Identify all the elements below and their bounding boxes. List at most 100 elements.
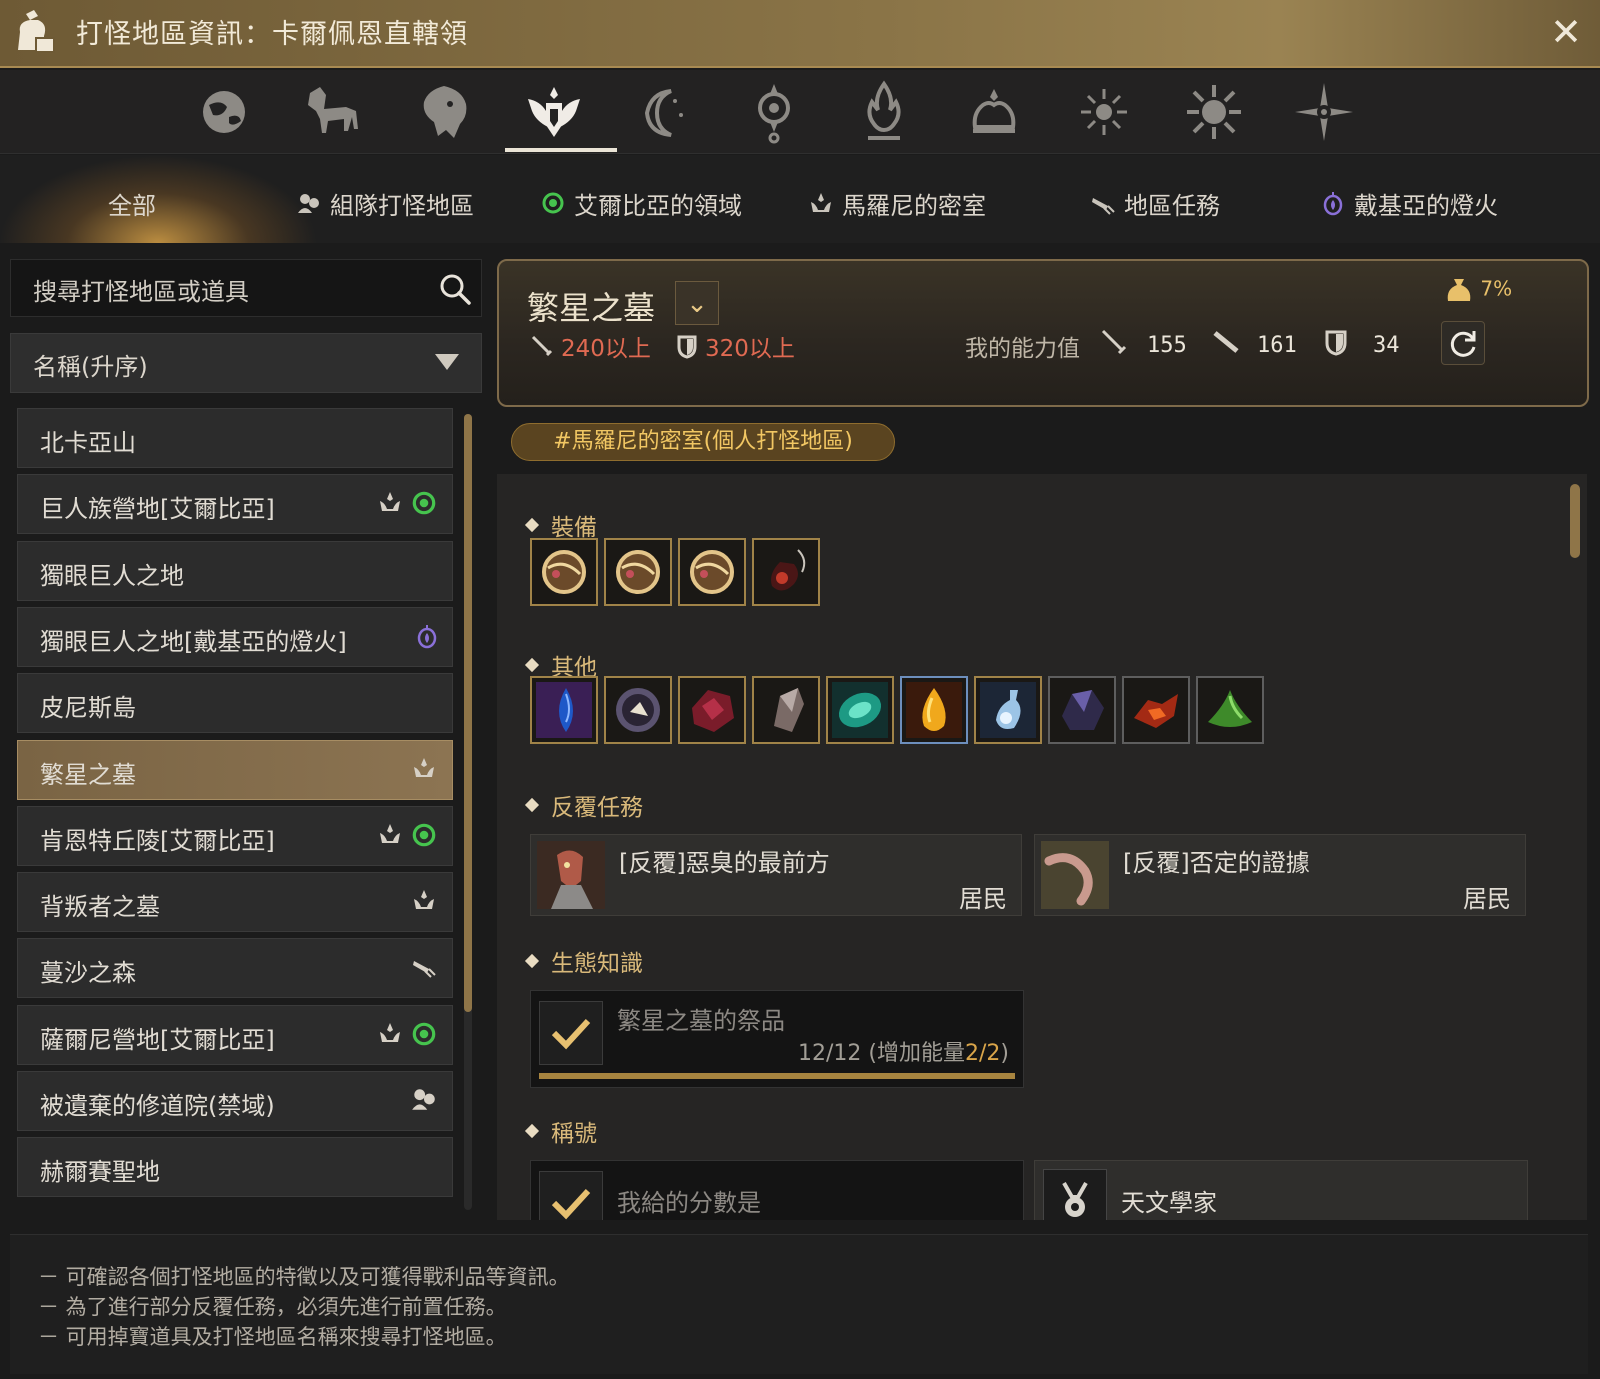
zone-name: 巨人族營地[艾爾比亞]: [40, 495, 275, 524]
lion-icon[interactable]: [406, 76, 482, 148]
tab-region-quest[interactable]: 地區任務: [1090, 185, 1220, 221]
note-line: － 為了進行部分反覆任務，必須先進行前置任務。: [38, 1295, 507, 1319]
quest-giver: 居民: [959, 885, 1007, 913]
zone-name: 皮尼斯島: [40, 694, 136, 723]
zone-list-item[interactable]: 蔓沙之森: [17, 938, 453, 999]
crown-icon[interactable]: [956, 76, 1032, 148]
tab-label: 艾爾比亞的領域: [574, 191, 742, 220]
worm-portrait-icon: [1041, 841, 1109, 909]
zone-name: 繁星之墓: [40, 760, 136, 789]
horse-icon[interactable]: [296, 76, 372, 148]
zone-info-panel: 裝備 其他 反覆任務 [反覆]惡臭的最前方 居民 [反覆]否定的證據 居民 生態…: [497, 474, 1587, 1220]
refresh-button[interactable]: [1441, 321, 1485, 365]
search-input[interactable]: 搜尋打怪地區或道具: [10, 259, 482, 317]
tab-party[interactable]: 組隊打怪地區: [296, 185, 474, 221]
repeat-quest-card[interactable]: [反覆]否定的證據 居民: [1034, 834, 1526, 916]
tab-elvia[interactable]: 艾爾比亞的領域: [540, 185, 742, 221]
diamond-bullet-icon: [524, 517, 540, 533]
blue-gem-icon[interactable]: [530, 676, 598, 744]
globe-icon[interactable]: [186, 76, 262, 148]
tab-all[interactable]: 全部: [0, 155, 318, 243]
winged-crest-icon[interactable]: [516, 76, 592, 148]
my-stats-label: 我的能力值: [965, 336, 1080, 362]
marni-icon: [808, 190, 834, 216]
dark-ore-icon[interactable]: [1048, 676, 1116, 744]
marni-icon: [410, 887, 438, 917]
note-line: － 可用掉寶道具及打怪地區名稱來搜尋打怪地區。: [38, 1325, 507, 1349]
necklace-icon[interactable]: [752, 538, 820, 606]
sort-dropdown[interactable]: 名稱(升序): [10, 333, 482, 393]
tab-label: 地區任務: [1124, 191, 1220, 220]
shield-icon: [677, 335, 697, 359]
zone-list-item[interactable]: 北卡亞山: [17, 408, 453, 468]
zone-name: 被遺棄的修道院(禁域): [40, 1092, 275, 1120]
party-icon: [296, 190, 322, 216]
ring-icon[interactable]: [604, 538, 672, 606]
tab-label: 馬羅尼的密室: [842, 191, 986, 220]
zone-tag-pill[interactable]: #馬羅尼的密室(個人打怪地區): [511, 423, 895, 461]
zone-dropdown-button[interactable]: ⌄: [675, 281, 719, 325]
elvia-icon: [410, 1020, 438, 1052]
potion-icon[interactable]: [974, 676, 1042, 744]
zone-list-item[interactable]: 肯恩特丘陵[艾爾比亞]: [17, 805, 453, 866]
zone-badges: [410, 887, 438, 917]
zone-list-item[interactable]: 獨眼巨人之地: [17, 540, 453, 601]
ring-icon[interactable]: [530, 538, 598, 606]
elvia-icon: [410, 489, 438, 521]
red-ore-icon[interactable]: [678, 676, 746, 744]
medal-icon: [1043, 1169, 1107, 1220]
repeat-quest-card[interactable]: [反覆]惡臭的最前方 居民: [530, 834, 1022, 916]
tab-label: 全部: [108, 191, 156, 220]
zone-list-scrollbar[interactable]: [464, 414, 472, 1012]
info-panel-scrollbar[interactable]: [1570, 484, 1580, 558]
purple-orb-icon[interactable]: [604, 676, 672, 744]
knowledge-title: 繁星之墓的祭品: [617, 1007, 785, 1035]
section-titles: 稱號: [524, 1114, 597, 1148]
money-bag-icon: [1447, 279, 1471, 301]
sword-icon: [531, 335, 553, 357]
zone-list-item[interactable]: 繁星之墓: [17, 739, 453, 800]
crystal-icon[interactable]: [752, 676, 820, 744]
ring-icon[interactable]: [678, 538, 746, 606]
fire-fragment-icon[interactable]: [1122, 676, 1190, 744]
close-icon[interactable]: ✕: [1546, 12, 1586, 52]
zone-list-item[interactable]: 皮尼斯島: [17, 673, 453, 734]
moon-icon[interactable]: [626, 76, 702, 148]
tab-marni[interactable]: 馬羅尼的密室: [808, 185, 986, 221]
sun-small-icon[interactable]: [1066, 76, 1142, 148]
required-ap-value: 240以上: [561, 336, 651, 362]
sun-large-icon[interactable]: [1176, 76, 1252, 148]
zone-list-item[interactable]: 薩爾尼營地[艾爾比亞]: [17, 1004, 453, 1065]
party-icon: [410, 1086, 438, 1116]
my-ap-value: 155: [1147, 333, 1187, 358]
green-jewel-icon[interactable]: [826, 676, 894, 744]
zone-list-item[interactable]: 背叛者之墓: [17, 872, 453, 933]
category-tabs: 全部 組隊打怪地區 艾爾比亞的領域 馬羅尼的密室 地區任務 戴基亞的燈火: [0, 155, 1600, 243]
knowledge-card[interactable]: 繁星之墓的祭品 12/12 (增加能量2/2): [530, 990, 1024, 1088]
quest-title: [反覆]否定的證據: [1123, 849, 1310, 877]
zone-list: 北卡亞山巨人族營地[艾爾比亞] 獨眼巨人之地 獨眼巨人之地[戴基亞的燈火] 皮尼斯島繁…: [10, 408, 482, 1218]
title-card[interactable]: 我給的分數是: [530, 1160, 1024, 1220]
elvia-icon: [540, 190, 566, 216]
marni-icon: [376, 821, 404, 853]
zone-list-item[interactable]: 被遺棄的修道院(禁域): [17, 1071, 453, 1131]
search-icon[interactable]: [437, 271, 473, 307]
title-card[interactable]: 天文學家: [1034, 1160, 1528, 1220]
title-label: 天文學家: [1121, 1189, 1217, 1217]
tab-lantern[interactable]: 戴基亞的燈火: [1320, 185, 1498, 221]
zone-list-item[interactable]: 赫爾賽聖地: [17, 1137, 453, 1198]
section-label: 反覆任務: [551, 795, 643, 821]
golden-drop-icon[interactable]: [900, 676, 968, 744]
awakening-sword-icon: [1213, 331, 1239, 353]
zone-detail-header: 繁星之墓 ⌄ 240以上 320以上 我的能力值 155 161 34 7%: [497, 259, 1589, 407]
zone-list-item[interactable]: 獨眼巨人之地[戴基亞的燈火]: [17, 606, 453, 667]
green-mound-icon[interactable]: [1196, 676, 1264, 744]
compass-icon[interactable]: [736, 76, 812, 148]
tree-flame-icon[interactable]: [846, 76, 922, 148]
diamond-bullet-icon: [524, 953, 540, 969]
zone-name: 背叛者之墓: [40, 893, 160, 922]
star-icon[interactable]: [1286, 76, 1362, 148]
knowledge-energy: 2/2: [965, 1041, 1001, 1066]
zone-list-item[interactable]: 巨人族營地[艾爾比亞]: [17, 474, 453, 535]
window-title: 打怪地區資訊：卡爾佩恩直轄領: [76, 19, 468, 50]
